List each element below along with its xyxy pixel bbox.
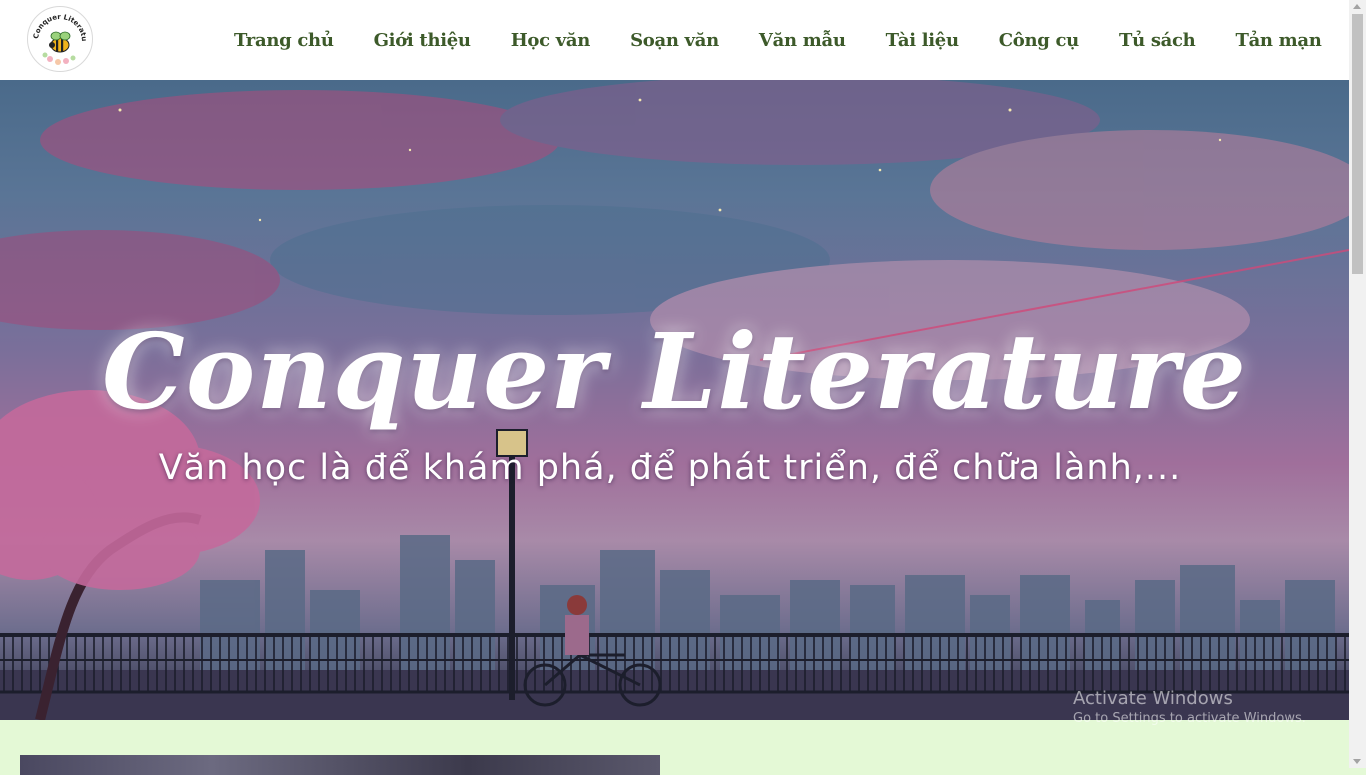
page-scrollbar[interactable]	[1349, 0, 1366, 768]
scroll-thumb[interactable]	[1352, 14, 1363, 274]
nav-item-tools[interactable]: Công cụ	[979, 30, 1099, 51]
bee-logo-icon: Conquer Literature	[28, 7, 88, 65]
scroll-up-arrow-icon[interactable]	[1353, 4, 1361, 9]
hero-banner: Conquer Literature Văn học là để khám ph…	[0, 80, 1349, 720]
windows-activation-watermark: Activate Windows Go to Settings to activ…	[1073, 688, 1306, 726]
hero-title: Conquer Literature	[102, 310, 1247, 433]
nav-item-documents[interactable]: Tài liệu	[866, 30, 979, 51]
hero-subtitle: Văn học là để khám phá, để phát triển, đ…	[158, 448, 1182, 488]
nav-item-home[interactable]: Trang chủ	[214, 30, 354, 51]
nav-item-essays[interactable]: Tản mạn	[1215, 30, 1341, 51]
content-section	[0, 720, 1349, 775]
nav-item-compose[interactable]: Soạn văn	[610, 30, 739, 51]
watermark-subtitle: Go to Settings to activate Windows.	[1073, 711, 1306, 726]
nav-item-bookshelf[interactable]: Tủ sách	[1099, 30, 1216, 51]
nav-item-about[interactable]: Giới thiệu	[354, 30, 491, 51]
nav-item-sample-essays[interactable]: Văn mẫu	[739, 30, 866, 51]
scroll-down-arrow-icon[interactable]	[1353, 759, 1361, 764]
site-header: Conquer Literature Trang chủ Giới thiệu …	[0, 0, 1366, 80]
watermark-title: Activate Windows	[1073, 688, 1233, 709]
nav-item-learn[interactable]: Học văn	[491, 30, 610, 51]
featured-card-image[interactable]	[20, 755, 660, 775]
main-nav: Trang chủ Giới thiệu Học văn Soạn văn Vă…	[214, 0, 1366, 80]
site-logo[interactable]: Conquer Literature	[27, 6, 93, 72]
